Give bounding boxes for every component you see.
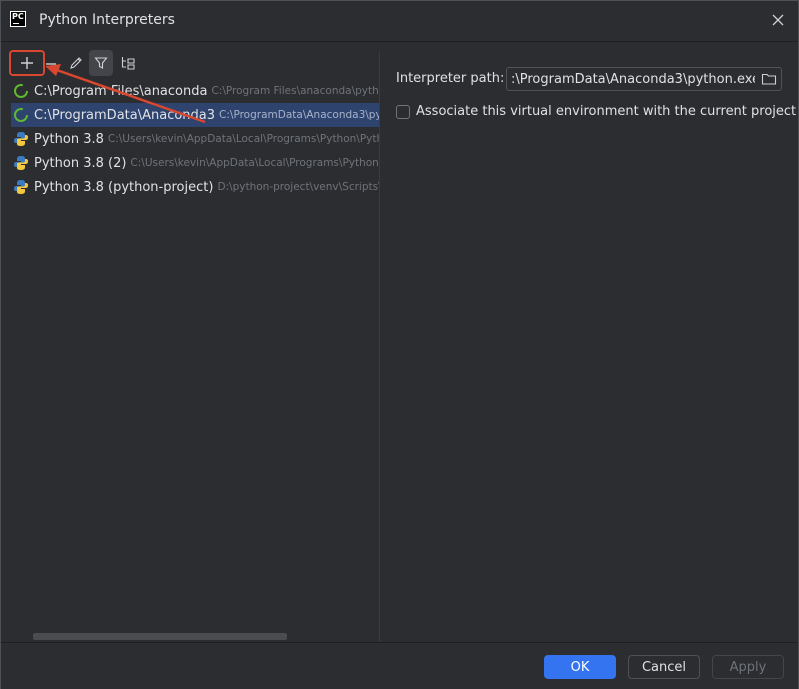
interpreter-name: Python 3.8 (python-project): [34, 179, 214, 195]
pencil-icon: [70, 57, 82, 69]
python-icon: [14, 132, 28, 146]
interpreter-path: C:\Users\kevin\AppData\Local\Programs\Py…: [107, 133, 379, 145]
filter-interpreters-button[interactable]: [89, 50, 113, 76]
interpreter-name: C:\ProgramData\Anaconda3: [34, 107, 216, 123]
tree-icon: [121, 57, 135, 70]
horizontal-scrollbar[interactable]: [33, 633, 287, 640]
interpreter-path-label: Interpreter path:: [396, 71, 505, 86]
cancel-button[interactable]: Cancel: [628, 655, 700, 679]
interpreter-list: C:\Program Files\anaconda C:\Program Fil…: [11, 79, 379, 199]
show-paths-button[interactable]: [115, 50, 141, 76]
list-item[interactable]: Python 3.8 C:\Users\kevin\AppData\Local\…: [11, 127, 379, 151]
dialog-title: Python Interpreters: [39, 12, 175, 28]
list-item[interactable]: C:\Program Files\anaconda C:\Program Fil…: [11, 79, 379, 103]
python-icon: [14, 180, 28, 194]
minus-icon: [46, 63, 56, 65]
interpreter-path: D:\python-project\venv\Scripts\: [217, 181, 379, 193]
list-item[interactable]: Python 3.8 (python-project) D:\python-pr…: [11, 175, 379, 199]
associate-env-label[interactable]: Associate this virtual environment with …: [416, 104, 796, 119]
interpreter-name: Python 3.8: [34, 131, 104, 147]
associate-env-checkbox[interactable]: [396, 105, 410, 119]
pycharm-logo-icon: PC: [10, 11, 26, 27]
remove-interpreter-button[interactable]: [38, 50, 64, 76]
edit-interpreter-button[interactable]: [63, 50, 89, 76]
folder-icon[interactable]: [761, 71, 777, 87]
python-interpreters-dialog: PC Python Interpreters C:\Program Files\…: [0, 0, 799, 689]
ok-button[interactable]: OK: [544, 655, 616, 679]
interpreter-toolbar: [1, 50, 379, 76]
interpreter-path-input[interactable]: [511, 70, 755, 88]
apply-button[interactable]: Apply: [712, 655, 784, 679]
close-icon[interactable]: [770, 12, 786, 28]
interpreter-name: C:\Program Files\anaconda: [34, 83, 208, 99]
plus-icon: [21, 57, 33, 69]
interpreter-name: Python 3.8 (2): [34, 155, 127, 171]
python-icon: [14, 156, 28, 170]
list-item[interactable]: Python 3.8 (2) C:\Users\kevin\AppData\Lo…: [11, 151, 379, 175]
title-bar: PC Python Interpreters: [1, 1, 798, 42]
filter-icon: [94, 57, 108, 69]
interpreter-path: C:\Users\kevin\AppData\Local\Programs\Py…: [130, 157, 379, 169]
interpreter-path: C:\Program Files\anaconda\pytho: [211, 85, 379, 97]
conda-icon: [14, 84, 28, 98]
dialog-footer: OK Cancel Apply: [1, 642, 798, 689]
interpreter-path: C:\ProgramData\Anaconda3\pyth: [219, 109, 379, 121]
interpreter-details-panel: Interpreter path: Associate this virtual…: [380, 42, 798, 642]
conda-icon: [14, 108, 28, 122]
interpreter-list-panel: C:\Program Files\anaconda C:\Program Fil…: [1, 42, 379, 642]
list-item[interactable]: C:\ProgramData\Anaconda3 C:\ProgramData\…: [11, 103, 379, 127]
interpreter-path-field[interactable]: [506, 67, 782, 91]
